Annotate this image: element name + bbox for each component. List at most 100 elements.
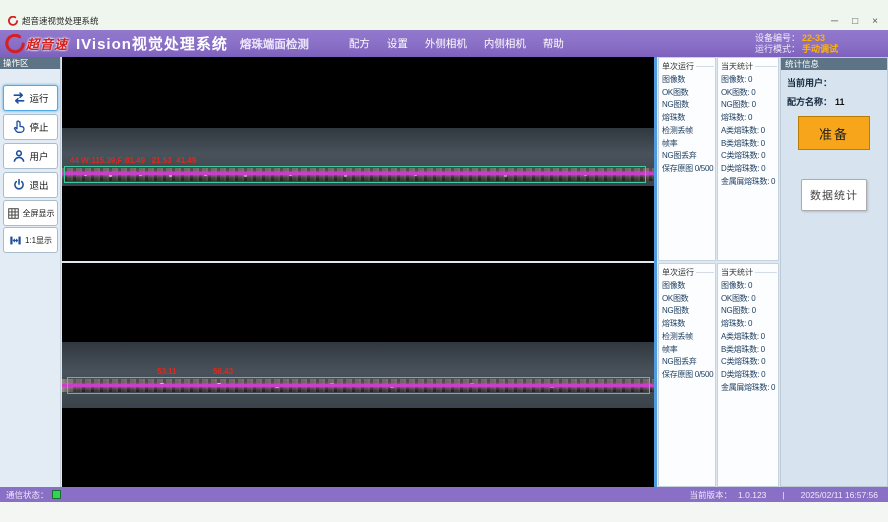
run-label: 运行	[29, 91, 48, 105]
maximize-button[interactable]: □	[852, 17, 858, 27]
stat-item: NG图丢弃	[662, 150, 714, 163]
stat-item: D类熔珠数: 0	[721, 369, 777, 382]
recipe-name-row: 配方名称：11	[787, 95, 887, 108]
stat-item: 帧率	[662, 344, 714, 357]
exit-label: 退出	[29, 178, 48, 192]
daily-stats-panel-top: 当天统计 图像数: 0OK图数: 0NG图数: 0熔珠数: 0A类熔珠数: 0B…	[717, 57, 779, 261]
detection-roi-box	[64, 166, 646, 183]
exit-button[interactable]: 退出	[3, 172, 58, 198]
top-camera-view: 44 W:115.39,F:81.49 21.53 41.49	[62, 57, 654, 261]
stat-item: NG图数	[662, 99, 714, 112]
daily-stats-list: 图像数: 0OK图数: 0NG图数: 0熔珠数: 0A类熔珠数: 0B类熔珠数:…	[721, 74, 777, 188]
titlebar: 超音速视觉处理系统 ─ □ ×	[0, 0, 888, 30]
single-run-list: 图像数OK图数NG图数熔珠数检测丢帧帧率NG图丢弃保存原图 0/500	[662, 280, 714, 382]
daily-stats-list: 图像数: 0OK图数: 0NG图数: 0熔珠数: 0A类熔珠数: 0B类熔珠数:…	[721, 280, 777, 394]
power-icon	[12, 178, 26, 192]
user-label: 用户	[29, 149, 48, 163]
minimize-button[interactable]: ─	[831, 17, 838, 27]
close-button[interactable]: ×	[872, 17, 878, 27]
menu-item[interactable]: 外侧相机	[425, 36, 467, 51]
comm-status: 通信状态：	[6, 489, 61, 501]
menu-item[interactable]: 帮助	[543, 36, 564, 51]
panel-divider	[654, 57, 657, 487]
device-number-label: 设备编号：	[755, 33, 800, 44]
panel-title: 单次运行	[662, 267, 714, 278]
brand-name: 超音速	[26, 34, 68, 53]
fullscreen-button[interactable]: 全屏显示	[3, 200, 58, 226]
run-cycle-icon	[12, 91, 26, 105]
single-run-panel-top: 单次运行 图像数OK图数NG图数熔珠数检测丢帧帧率NG图丢弃保存原图 0/500	[658, 57, 716, 261]
stat-item: 熔珠数: 0	[721, 112, 777, 125]
run-mode-row: 运行模式： 手动调试	[755, 44, 846, 55]
stat-item: 帧率	[662, 138, 714, 151]
stop-button[interactable]: 停止	[3, 114, 58, 140]
app-header: 超音速 IVision视觉处理系统 熔珠端面检测 配方设置外侧相机内侧相机帮助 …	[0, 30, 888, 57]
stat-item: NG图丢弃	[662, 356, 714, 369]
menu-item[interactable]: 配方	[349, 36, 370, 51]
version-info: 当前版本： 1.0.123 | 2025/02/11 16:57:56	[690, 489, 878, 501]
stat-item: 熔珠数	[662, 112, 714, 125]
stop-label: 停止	[29, 120, 48, 134]
run-mode-value: 手动调试	[802, 44, 846, 55]
version-value: 1.0.123	[738, 490, 766, 500]
panel-title: 当天统计	[721, 267, 777, 278]
run-mode-label: 运行模式：	[755, 44, 800, 55]
comm-status-indicator	[52, 490, 61, 499]
stat-item: B类熔珠数: 0	[721, 344, 777, 357]
panel-title: 当天统计	[721, 61, 777, 72]
one-to-one-icon	[9, 234, 22, 247]
stat-item: B类熔珠数: 0	[721, 138, 777, 151]
window-title: 超音速视觉处理系统	[22, 15, 99, 27]
stat-item: 熔珠数: 0	[721, 318, 777, 331]
menu-item[interactable]: 设置	[387, 36, 408, 51]
data-statistics-button[interactable]: 数据统计	[801, 179, 867, 211]
daily-stats-panel-bottom: 当天统计 图像数: 0OK图数: 0NG图数: 0熔珠数: 0A类熔珠数: 0B…	[717, 263, 779, 487]
device-number-value: 22-33	[802, 33, 846, 44]
recipe-name-value: 11	[835, 97, 845, 107]
one-to-one-label: 1:1显示	[25, 235, 52, 246]
fullscreen-label: 全屏显示	[23, 208, 55, 219]
stat-item: NG图数: 0	[721, 305, 777, 318]
stat-item: A类熔珠数: 0	[721, 125, 777, 138]
bottom-camera-view: 53.11 56.43	[62, 263, 654, 487]
stat-item: C类熔珠数: 0	[721, 150, 777, 163]
stat-item: C类熔珠数: 0	[721, 356, 777, 369]
stat-item: OK图数: 0	[721, 293, 777, 306]
datetime: 2025/02/11 16:57:56	[801, 490, 878, 500]
menu-item[interactable]: 内侧相机	[484, 36, 526, 51]
stat-item: 图像数: 0	[721, 280, 777, 293]
device-number-row: 设备编号： 22-33	[755, 33, 846, 44]
user-button[interactable]: 用户	[3, 143, 58, 169]
panel-title: 单次运行	[662, 61, 714, 72]
stat-item: OK图数: 0	[721, 87, 777, 100]
version-label: 当前版本：	[690, 489, 733, 501]
stop-hand-icon	[12, 120, 26, 134]
menu-bar: 配方 设置 外侧相机 内侧相机 帮助	[349, 36, 564, 51]
sidebar-title: 操作区	[0, 57, 60, 69]
stat-item: 保存原图 0/500	[662, 369, 714, 382]
measurement-overlay: 53.11	[157, 368, 177, 376]
stat-item: 图像数: 0	[721, 74, 777, 87]
ready-button[interactable]: 准备	[798, 116, 870, 150]
info-panel-title: 统计信息	[781, 58, 887, 70]
recipe-name-label: 配方名称：	[787, 97, 832, 107]
app-window: 超音速视觉处理系统 ─ □ × 超音速 IVision视觉处理系统 熔珠端面检测…	[0, 0, 888, 522]
stat-item: 金属屑熔珠数: 0	[721, 382, 777, 395]
device-info: 设备编号： 22-33 运行模式： 手动调试	[755, 33, 846, 55]
stat-item: NG图数: 0	[721, 99, 777, 112]
statistics-info-panel: 统计信息 当前用户： 配方名称：11 准备 数据统计	[780, 57, 888, 487]
measurement-overlay: 56.43	[213, 368, 233, 376]
desktop-area	[0, 502, 888, 522]
run-button[interactable]: 运行	[3, 85, 58, 111]
single-run-panel-bottom: 单次运行 图像数OK图数NG图数熔珠数检测丢帧帧率NG图丢弃保存原图 0/500	[658, 263, 716, 487]
app-title: IVision视觉处理系统	[76, 33, 228, 54]
app-subtitle: 熔珠端面检测	[240, 36, 309, 52]
stat-item: NG图数	[662, 305, 714, 318]
one-to-one-button[interactable]: 1:1显示	[3, 227, 58, 253]
app-logo-icon	[8, 16, 18, 26]
stat-item: 图像数	[662, 74, 714, 87]
stat-item: A类熔珠数: 0	[721, 331, 777, 344]
brand-logo-icon	[5, 34, 25, 54]
statusbar: 通信状态： 当前版本： 1.0.123 | 2025/02/11 16:57:5…	[0, 487, 888, 502]
stat-item: 保存原图 0/500	[662, 163, 714, 176]
